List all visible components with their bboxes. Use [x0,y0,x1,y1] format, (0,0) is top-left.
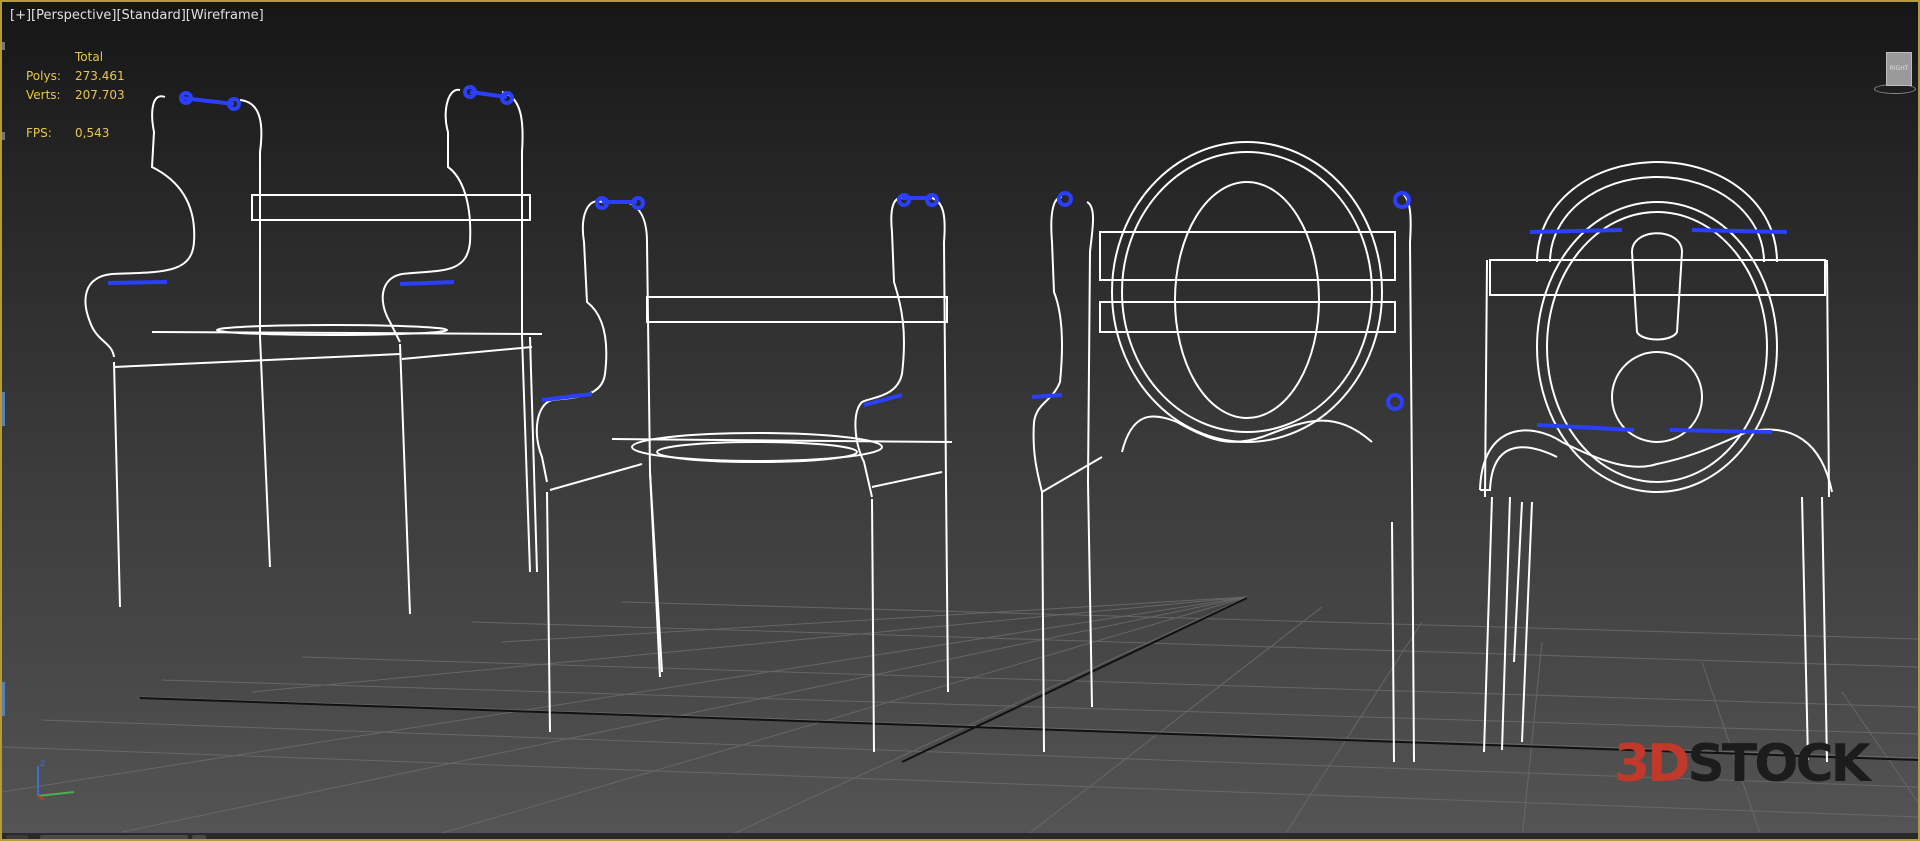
wireframe-scene[interactable] [2,2,1918,839]
chair-model-1 [84,88,543,615]
polys-label: Polys: [26,69,61,83]
watermark-logo: 3DSTOCK [1614,734,1871,794]
bottom-tab-bar[interactable] [2,833,1918,839]
statistics-overlay: Total Polys: 273.461 Verts: 207.703 FPS: 0,… [26,48,125,143]
viewport-label[interactable]: [+][Perspective][Standard][Wireframe] [10,8,264,23]
left-edge-indicators [2,22,6,722]
bottom-tab[interactable] [40,835,188,839]
viewport-menu-plus[interactable]: [+] [10,8,31,23]
chair-model-2 [535,197,953,753]
viewcube-face[interactable]: RIGHT [1886,52,1912,86]
viewport-point-of-view-menu[interactable]: [Perspective] [31,8,116,23]
logo-stock: STOCK [1687,734,1871,794]
axis-z-label: z [40,758,45,769]
grid-axis-line [901,597,1248,763]
fps-label: FPS: [26,126,52,140]
logo-3d: 3D [1614,734,1690,794]
viewcube[interactable]: RIGHT [1874,48,1916,94]
chair-2-selection [541,193,939,407]
stats-header: Total [75,50,104,64]
chair-model-4 [1479,160,1833,763]
polys-value: 273.461 [75,69,125,83]
viewport-shading-standard-menu[interactable]: [Standard] [116,8,185,23]
perspective-viewport[interactable]: [+][Perspective][Standard][Wireframe] To… [0,0,1920,841]
chair-model-3 [1032,141,1415,763]
fps-value: 0,543 [75,126,110,140]
bottom-tab-add[interactable] [192,835,206,839]
axis-tripod-icon: z [37,758,75,801]
verts-label: Verts: [26,88,61,102]
ground-grid [2,596,1918,839]
viewport-shading-mode-menu[interactable]: [Wireframe] [186,8,264,23]
bottom-tab-small[interactable] [6,835,28,839]
chair-1-selection [107,85,514,286]
verts-value: 207.703 [75,88,125,102]
